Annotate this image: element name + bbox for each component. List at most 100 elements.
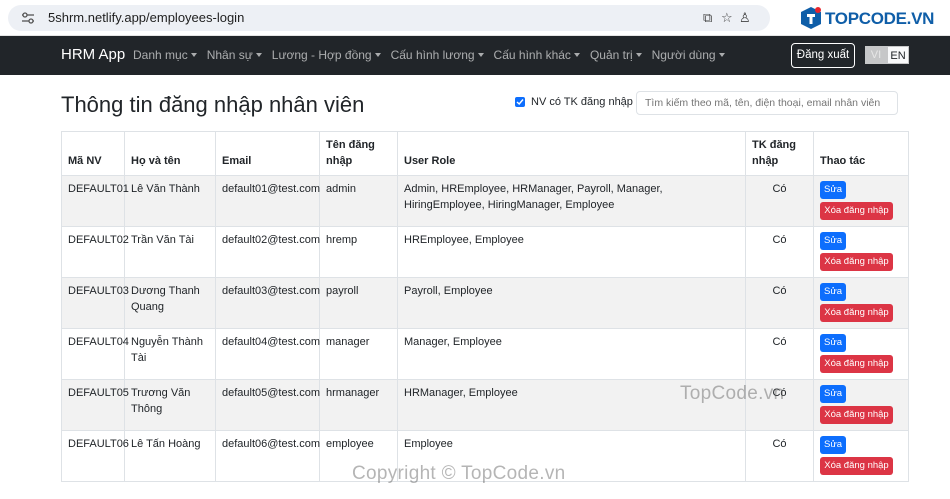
cell-has-login: Có bbox=[745, 226, 814, 278]
cell-actions: Sửa Xóa đăng nhập bbox=[813, 379, 909, 431]
caret-down-icon bbox=[255, 53, 262, 57]
cell-code: DEFAULT03 bbox=[61, 277, 129, 329]
delete-login-button[interactable]: Xóa đăng nhập bbox=[820, 355, 893, 373]
table-row: DEFAULT04 Nguyễn Thành Tài default04@tes… bbox=[61, 328, 909, 380]
cell-roles: Manager, Employee bbox=[397, 328, 746, 380]
edit-button[interactable]: Sửa bbox=[820, 181, 846, 199]
lang-vi-button[interactable]: VI bbox=[865, 46, 887, 64]
caret-down-icon bbox=[635, 53, 642, 57]
delete-login-button[interactable]: Xóa đăng nhập bbox=[820, 406, 893, 424]
table-row: DEFAULT03 Dương Thanh Quang default03@te… bbox=[61, 277, 909, 329]
cell-roles: Admin, HREmployee, HRManager, Payroll, M… bbox=[397, 175, 746, 227]
topcode-logo-text: TOPCODE.VN bbox=[825, 9, 935, 28]
address-bar[interactable]: 5shrm.netlify.app/employees-login bbox=[8, 5, 770, 31]
table-row: DEFAULT01 Lê Văn Thành default01@test.co… bbox=[61, 175, 909, 227]
col-header-name[interactable]: Họ và tên bbox=[124, 131, 216, 176]
cell-code: DEFAULT01 bbox=[61, 175, 129, 227]
col-header-has-login[interactable]: TK đăng nhập bbox=[745, 131, 814, 176]
topcode-mark-icon bbox=[801, 7, 821, 29]
cell-has-login: Có bbox=[745, 430, 814, 482]
translate-icon[interactable]: ⧉ bbox=[703, 10, 712, 26]
cell-username: payroll bbox=[319, 277, 398, 329]
cell-name: Trương Văn Thông bbox=[124, 379, 216, 431]
has-login-checkbox[interactable] bbox=[515, 97, 525, 107]
col-header-code[interactable]: Mã NV bbox=[61, 131, 125, 176]
topcode-logo: TOPCODE.VN bbox=[800, 5, 948, 33]
cell-has-login: Có bbox=[745, 175, 814, 227]
extension-icon[interactable]: ♙ bbox=[739, 10, 751, 26]
cell-actions: Sửa Xóa đăng nhập bbox=[813, 430, 909, 482]
caret-down-icon bbox=[374, 53, 381, 57]
col-header-user-role[interactable]: User Role bbox=[397, 131, 746, 176]
cell-actions: Sửa Xóa đăng nhập bbox=[813, 328, 909, 380]
cell-name: Lê Văn Thành bbox=[124, 175, 216, 227]
language-switch: VI EN bbox=[865, 46, 909, 64]
col-header-email[interactable]: Email bbox=[215, 131, 320, 176]
table-row: DEFAULT02 Trần Văn Tài default02@test.co… bbox=[61, 226, 909, 278]
nav-menu: Danh mục Nhân sự Lương - Hợp đồng Cấu hì… bbox=[133, 48, 735, 62]
cell-username: manager bbox=[319, 328, 398, 380]
app-brand[interactable]: HRM App bbox=[61, 46, 125, 63]
edit-button[interactable]: Sửa bbox=[820, 283, 846, 301]
cell-username: hremp bbox=[319, 226, 398, 278]
nav-item-cau-hinh-khac[interactable]: Cấu hình khác bbox=[494, 48, 580, 62]
watermark-bottom: Copyright © TopCode.vn bbox=[352, 463, 566, 484]
search-input[interactable] bbox=[636, 91, 898, 115]
nav-item-quan-tri[interactable]: Quản trị bbox=[590, 48, 642, 62]
nav-item-nguoi-dung[interactable]: Người dùng bbox=[652, 48, 725, 62]
table-header-row: Mã NV Họ và tên Email Tên đăng nhập User… bbox=[61, 131, 909, 176]
lang-en-button[interactable]: EN bbox=[887, 46, 909, 64]
cell-username: hrmanager bbox=[319, 379, 398, 431]
cell-actions: Sửa Xóa đăng nhập bbox=[813, 277, 909, 329]
nav-item-danh-muc[interactable]: Danh mục bbox=[133, 48, 197, 62]
cell-code: DEFAULT06 bbox=[61, 430, 129, 482]
cell-email: default01@test.com bbox=[215, 175, 320, 227]
cell-email: default02@test.com bbox=[215, 226, 320, 278]
cell-email: default05@test.com bbox=[215, 379, 320, 431]
delete-login-button[interactable]: Xóa đăng nhập bbox=[820, 253, 893, 271]
cell-has-login: Có bbox=[745, 277, 814, 329]
cell-name: Nguyễn Thành Tài bbox=[124, 328, 216, 380]
site-settings-icon[interactable] bbox=[21, 12, 35, 24]
delete-login-button[interactable]: Xóa đăng nhập bbox=[820, 202, 893, 220]
caret-down-icon bbox=[477, 53, 484, 57]
edit-button[interactable]: Sửa bbox=[820, 334, 846, 352]
cell-name: Trần Văn Tài bbox=[124, 226, 216, 278]
cell-username: admin bbox=[319, 175, 398, 227]
delete-login-button[interactable]: Xóa đăng nhập bbox=[820, 304, 893, 322]
cell-actions: Sửa Xóa đăng nhập bbox=[813, 175, 909, 227]
cell-name: Lê Tấn Hoàng bbox=[124, 430, 216, 482]
logout-button[interactable]: Đăng xuất bbox=[791, 43, 855, 68]
cell-roles: HREmployee, Employee bbox=[397, 226, 746, 278]
page-title: Thông tin đăng nhập nhân viên bbox=[61, 92, 365, 117]
cell-code: DEFAULT02 bbox=[61, 226, 129, 278]
cell-roles: Payroll, Employee bbox=[397, 277, 746, 329]
browser-toolbar: 5shrm.netlify.app/employees-login ⧉ ☆ ♙ … bbox=[0, 0, 950, 36]
star-icon[interactable]: ☆ bbox=[721, 10, 733, 26]
caret-down-icon bbox=[718, 53, 725, 57]
cell-name: Dương Thanh Quang bbox=[124, 277, 216, 329]
nav-item-nhan-su[interactable]: Nhân sự bbox=[207, 48, 262, 62]
col-header-actions: Thao tác bbox=[813, 131, 909, 176]
employee-login-table: Mã NV Họ và tên Email Tên đăng nhập User… bbox=[61, 131, 909, 482]
main-navbar: HRM App Danh mục Nhân sự Lương - Hợp đồn… bbox=[0, 36, 950, 75]
cell-actions: Sửa Xóa đăng nhập bbox=[813, 226, 909, 278]
cell-code: DEFAULT04 bbox=[61, 328, 129, 380]
cell-email: default03@test.com bbox=[215, 277, 320, 329]
col-header-username[interactable]: Tên đăng nhập bbox=[319, 131, 398, 176]
has-login-checkbox-label[interactable]: NV có TK đăng nhập bbox=[531, 96, 633, 108]
edit-button[interactable]: Sửa bbox=[820, 232, 846, 250]
check-icon bbox=[516, 99, 524, 106]
url-text[interactable]: 5shrm.netlify.app/employees-login bbox=[48, 10, 244, 25]
cell-email: default04@test.com bbox=[215, 328, 320, 380]
edit-button[interactable]: Sửa bbox=[820, 385, 846, 403]
cell-code: DEFAULT05 bbox=[61, 379, 129, 431]
nav-item-luong-hop-dong[interactable]: Lương - Hợp đồng bbox=[272, 48, 381, 62]
cell-has-login: Có bbox=[745, 328, 814, 380]
edit-button[interactable]: Sửa bbox=[820, 436, 846, 454]
watermark-mid: TopCode.vn bbox=[680, 383, 785, 404]
delete-login-button[interactable]: Xóa đăng nhập bbox=[820, 457, 893, 475]
cell-email: default06@test.com bbox=[215, 430, 320, 482]
nav-item-cau-hinh-luong[interactable]: Cấu hình lương bbox=[391, 48, 484, 62]
caret-down-icon bbox=[190, 53, 197, 57]
